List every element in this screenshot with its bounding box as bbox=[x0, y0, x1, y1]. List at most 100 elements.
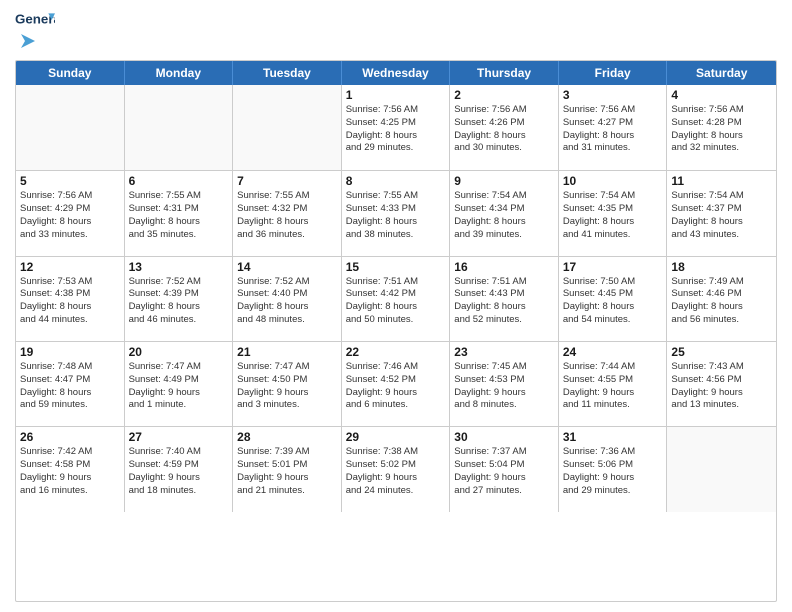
day-info: Sunrise: 7:56 AM Sunset: 4:29 PM Dayligh… bbox=[20, 190, 120, 241]
logo: General bbox=[15, 10, 55, 52]
day-info: Sunrise: 7:54 AM Sunset: 4:37 PM Dayligh… bbox=[671, 190, 772, 241]
calendar-day-cell: 31Sunrise: 7:36 AM Sunset: 5:06 PM Dayli… bbox=[559, 427, 668, 511]
day-info: Sunrise: 7:43 AM Sunset: 4:56 PM Dayligh… bbox=[671, 361, 772, 412]
calendar-day-cell bbox=[233, 85, 342, 170]
day-number: 7 bbox=[237, 174, 337, 188]
day-number: 20 bbox=[129, 345, 229, 359]
day-number: 23 bbox=[454, 345, 554, 359]
calendar: SundayMondayTuesdayWednesdayThursdayFrid… bbox=[15, 60, 777, 602]
day-info: Sunrise: 7:47 AM Sunset: 4:50 PM Dayligh… bbox=[237, 361, 337, 412]
calendar-day-cell: 5 Sunrise: 7:56 AM Sunset: 4:29 PM Daylig… bbox=[16, 171, 125, 255]
day-number: 11 bbox=[671, 174, 772, 188]
calendar-day-cell: 6 Sunrise: 7:55 AM Sunset: 4:31 PM Daylig… bbox=[125, 171, 234, 255]
day-info: Sunrise: 7:37 AM Sunset: 5:04 PM Dayligh… bbox=[454, 446, 554, 497]
calendar-day-cell: 4 Sunrise: 7:56 AM Sunset: 4:28 PM Daylig… bbox=[667, 85, 776, 170]
calendar-day-cell bbox=[125, 85, 234, 170]
day-info: Sunrise: 7:47 AM Sunset: 4:49 PM Dayligh… bbox=[129, 361, 229, 412]
day-number: 31 bbox=[563, 430, 663, 444]
day-number: 8 bbox=[346, 174, 446, 188]
day-info: Sunrise: 7:53 AM Sunset: 4:38 PM Dayligh… bbox=[20, 276, 120, 327]
day-info: Sunrise: 7:49 AM Sunset: 4:46 PM Dayligh… bbox=[671, 276, 772, 327]
logo-arrow-icon bbox=[17, 32, 35, 50]
calendar-day-cell: 15Sunrise: 7:51 AM Sunset: 4:42 PM Dayli… bbox=[342, 257, 451, 341]
day-info: Sunrise: 7:51 AM Sunset: 4:43 PM Dayligh… bbox=[454, 276, 554, 327]
day-number: 4 bbox=[671, 88, 772, 102]
calendar-day-cell: 19Sunrise: 7:48 AM Sunset: 4:47 PM Dayli… bbox=[16, 342, 125, 426]
day-number: 14 bbox=[237, 260, 337, 274]
calendar-day-cell: 23 Sunrise: 7:45 AM Sunset: 4:53 PM Dayli… bbox=[450, 342, 559, 426]
day-info: Sunrise: 7:45 AM Sunset: 4:53 PM Dayligh… bbox=[454, 361, 554, 412]
day-info: Sunrise: 7:51 AM Sunset: 4:42 PM Dayligh… bbox=[346, 276, 446, 327]
day-number: 21 bbox=[237, 345, 337, 359]
calendar-day-cell: 13 Sunrise: 7:52 AM Sunset: 4:39 PM Dayli… bbox=[125, 257, 234, 341]
calendar-day-cell: 21 Sunrise: 7:47 AM Sunset: 4:50 PM Dayli… bbox=[233, 342, 342, 426]
header: General bbox=[15, 10, 777, 52]
day-number: 29 bbox=[346, 430, 446, 444]
day-info: Sunrise: 7:50 AM Sunset: 4:45 PM Dayligh… bbox=[563, 276, 663, 327]
day-info: Sunrise: 7:55 AM Sunset: 4:31 PM Dayligh… bbox=[129, 190, 229, 241]
calendar-day-cell: 18 Sunrise: 7:49 AM Sunset: 4:46 PM Dayli… bbox=[667, 257, 776, 341]
calendar-day-cell: 16 Sunrise: 7:51 AM Sunset: 4:43 PM Dayli… bbox=[450, 257, 559, 341]
day-info: Sunrise: 7:56 AM Sunset: 4:26 PM Dayligh… bbox=[454, 104, 554, 155]
day-number: 28 bbox=[237, 430, 337, 444]
calendar-week-row: 12 Sunrise: 7:53 AM Sunset: 4:38 PM Dayli… bbox=[16, 256, 776, 341]
calendar-week-row: 19Sunrise: 7:48 AM Sunset: 4:47 PM Dayli… bbox=[16, 341, 776, 426]
calendar-day-cell: 2Sunrise: 7:56 AM Sunset: 4:26 PM Daylig… bbox=[450, 85, 559, 170]
day-info: Sunrise: 7:55 AM Sunset: 4:32 PM Dayligh… bbox=[237, 190, 337, 241]
day-number: 25 bbox=[671, 345, 772, 359]
weekday-header: Monday bbox=[125, 61, 234, 85]
page-container: General SundayMondayTuesdayWednesdayThur… bbox=[0, 0, 792, 612]
day-number: 27 bbox=[129, 430, 229, 444]
day-number: 1 bbox=[346, 88, 446, 102]
day-number: 6 bbox=[129, 174, 229, 188]
calendar-day-cell: 12 Sunrise: 7:53 AM Sunset: 4:38 PM Dayli… bbox=[16, 257, 125, 341]
calendar-day-cell: 11 Sunrise: 7:54 AM Sunset: 4:37 PM Dayli… bbox=[667, 171, 776, 255]
day-info: Sunrise: 7:39 AM Sunset: 5:01 PM Dayligh… bbox=[237, 446, 337, 497]
day-info: Sunrise: 7:56 AM Sunset: 4:28 PM Dayligh… bbox=[671, 104, 772, 155]
day-number: 16 bbox=[454, 260, 554, 274]
calendar-day-cell bbox=[667, 427, 776, 511]
day-info: Sunrise: 7:54 AM Sunset: 4:35 PM Dayligh… bbox=[563, 190, 663, 241]
day-number: 13 bbox=[129, 260, 229, 274]
day-info: Sunrise: 7:46 AM Sunset: 4:52 PM Dayligh… bbox=[346, 361, 446, 412]
weekday-header: Thursday bbox=[450, 61, 559, 85]
day-info: Sunrise: 7:44 AM Sunset: 4:55 PM Dayligh… bbox=[563, 361, 663, 412]
calendar-day-cell: 8 Sunrise: 7:55 AM Sunset: 4:33 PM Daylig… bbox=[342, 171, 451, 255]
calendar-day-cell: 28 Sunrise: 7:39 AM Sunset: 5:01 PM Dayli… bbox=[233, 427, 342, 511]
day-info: Sunrise: 7:56 AM Sunset: 4:27 PM Dayligh… bbox=[563, 104, 663, 155]
day-number: 22 bbox=[346, 345, 446, 359]
calendar-day-cell: 17Sunrise: 7:50 AM Sunset: 4:45 PM Dayli… bbox=[559, 257, 668, 341]
calendar-week-row: 1 Sunrise: 7:56 AM Sunset: 4:25 PM Daylig… bbox=[16, 85, 776, 170]
calendar-day-cell bbox=[16, 85, 125, 170]
day-number: 12 bbox=[20, 260, 120, 274]
calendar-body: 1 Sunrise: 7:56 AM Sunset: 4:25 PM Daylig… bbox=[16, 85, 776, 597]
calendar-day-cell: 27Sunrise: 7:40 AM Sunset: 4:59 PM Dayli… bbox=[125, 427, 234, 511]
day-number: 5 bbox=[20, 174, 120, 188]
calendar-day-cell: 3 Sunrise: 7:56 AM Sunset: 4:27 PM Daylig… bbox=[559, 85, 668, 170]
day-info: Sunrise: 7:56 AM Sunset: 4:25 PM Dayligh… bbox=[346, 104, 446, 155]
weekday-header: Sunday bbox=[16, 61, 125, 85]
day-number: 18 bbox=[671, 260, 772, 274]
calendar-day-cell: 22 Sunrise: 7:46 AM Sunset: 4:52 PM Dayli… bbox=[342, 342, 451, 426]
calendar-week-row: 5 Sunrise: 7:56 AM Sunset: 4:29 PM Daylig… bbox=[16, 170, 776, 255]
day-info: Sunrise: 7:54 AM Sunset: 4:34 PM Dayligh… bbox=[454, 190, 554, 241]
calendar-day-cell: 30 Sunrise: 7:37 AM Sunset: 5:04 PM Dayli… bbox=[450, 427, 559, 511]
day-number: 30 bbox=[454, 430, 554, 444]
calendar-day-cell: 14Sunrise: 7:52 AM Sunset: 4:40 PM Dayli… bbox=[233, 257, 342, 341]
day-number: 19 bbox=[20, 345, 120, 359]
calendar-day-cell: 10Sunrise: 7:54 AM Sunset: 4:35 PM Dayli… bbox=[559, 171, 668, 255]
day-info: Sunrise: 7:38 AM Sunset: 5:02 PM Dayligh… bbox=[346, 446, 446, 497]
calendar-day-cell: 7 Sunrise: 7:55 AM Sunset: 4:32 PM Daylig… bbox=[233, 171, 342, 255]
day-info: Sunrise: 7:55 AM Sunset: 4:33 PM Dayligh… bbox=[346, 190, 446, 241]
calendar-day-cell: 20 Sunrise: 7:47 AM Sunset: 4:49 PM Dayli… bbox=[125, 342, 234, 426]
day-number: 9 bbox=[454, 174, 554, 188]
weekday-header: Wednesday bbox=[342, 61, 451, 85]
calendar-week-row: 26Sunrise: 7:42 AM Sunset: 4:58 PM Dayli… bbox=[16, 426, 776, 511]
weekday-header: Tuesday bbox=[233, 61, 342, 85]
day-number: 26 bbox=[20, 430, 120, 444]
day-info: Sunrise: 7:52 AM Sunset: 4:39 PM Dayligh… bbox=[129, 276, 229, 327]
calendar-day-cell: 25 Sunrise: 7:43 AM Sunset: 4:56 PM Dayli… bbox=[667, 342, 776, 426]
calendar-day-cell: 26Sunrise: 7:42 AM Sunset: 4:58 PM Dayli… bbox=[16, 427, 125, 511]
calendar-day-cell: 9 Sunrise: 7:54 AM Sunset: 4:34 PM Daylig… bbox=[450, 171, 559, 255]
day-number: 3 bbox=[563, 88, 663, 102]
